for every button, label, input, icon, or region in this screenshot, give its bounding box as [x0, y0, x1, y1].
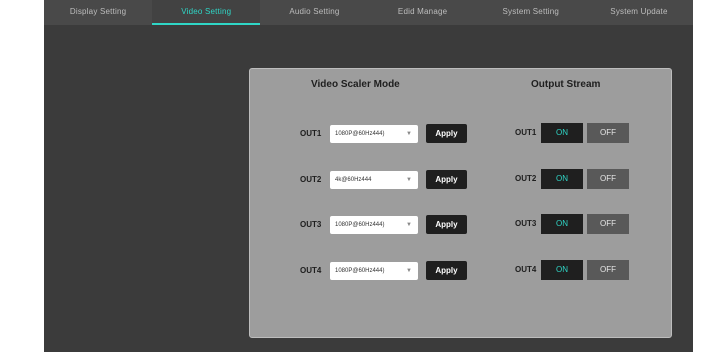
out3-apply-button[interactable]: Apply [426, 215, 467, 234]
out1-stream-off-button[interactable]: OFF [587, 123, 629, 143]
chevron-down-icon: ▼ [406, 177, 412, 183]
out2-scaler-value: 4k@60Hz444 [335, 177, 372, 183]
tab-system-setting[interactable]: System Setting [477, 0, 585, 25]
tab-display-setting[interactable]: Display Setting [44, 0, 152, 25]
stream-out1-label: OUT1 [515, 128, 537, 137]
out4-stream-off-button[interactable]: OFF [587, 260, 629, 280]
tab-system-update[interactable]: System Update [585, 0, 693, 25]
tab-edid-manage[interactable]: Edid Manage [369, 0, 477, 25]
scaler-out1-label: OUT1 [300, 129, 322, 138]
out2-stream-on-button[interactable]: ON [541, 169, 583, 189]
out4-scaler-select[interactable]: 1080P@60Hz444) ▼ [330, 262, 418, 280]
stream-out4-label: OUT4 [515, 265, 537, 274]
out1-apply-button[interactable]: Apply [426, 124, 467, 143]
out2-apply-button[interactable]: Apply [426, 170, 467, 189]
out4-stream-on-button[interactable]: ON [541, 260, 583, 280]
out1-scaler-value: 1080P@60Hz444) [335, 131, 385, 137]
video-scaler-mode-title: Video Scaler Mode [311, 79, 400, 90]
out4-scaler-value: 1080P@60Hz444) [335, 268, 385, 274]
tab-bar: Display Setting Video Setting Audio Sett… [44, 0, 693, 25]
out1-stream-on-button[interactable]: ON [541, 123, 583, 143]
stream-out2-label: OUT2 [515, 174, 537, 183]
chevron-down-icon: ▼ [406, 268, 412, 274]
out2-stream-off-button[interactable]: OFF [587, 169, 629, 189]
tab-video-setting[interactable]: Video Setting [152, 0, 261, 25]
out3-scaler-value: 1080P@60Hz444) [335, 222, 385, 228]
chevron-down-icon: ▼ [406, 131, 412, 137]
out3-stream-on-button[interactable]: ON [541, 214, 583, 234]
stream-out3-label: OUT3 [515, 219, 537, 228]
out4-apply-button[interactable]: Apply [426, 261, 467, 280]
chevron-down-icon: ▼ [406, 222, 412, 228]
out1-scaler-select[interactable]: 1080P@60Hz444) ▼ [330, 125, 418, 143]
scaler-out4-label: OUT4 [300, 266, 322, 275]
scaler-out2-label: OUT2 [300, 175, 322, 184]
tab-audio-setting[interactable]: Audio Setting [260, 0, 368, 25]
out3-stream-off-button[interactable]: OFF [587, 214, 629, 234]
output-stream-title: Output Stream [531, 79, 601, 90]
video-settings-panel: Video Scaler Mode Output Stream OUT1 108… [249, 68, 672, 338]
out2-scaler-select[interactable]: 4k@60Hz444 ▼ [330, 171, 418, 189]
out3-scaler-select[interactable]: 1080P@60Hz444) ▼ [330, 216, 418, 234]
scaler-out3-label: OUT3 [300, 220, 322, 229]
app-window: Display Setting Video Setting Audio Sett… [44, 0, 693, 352]
